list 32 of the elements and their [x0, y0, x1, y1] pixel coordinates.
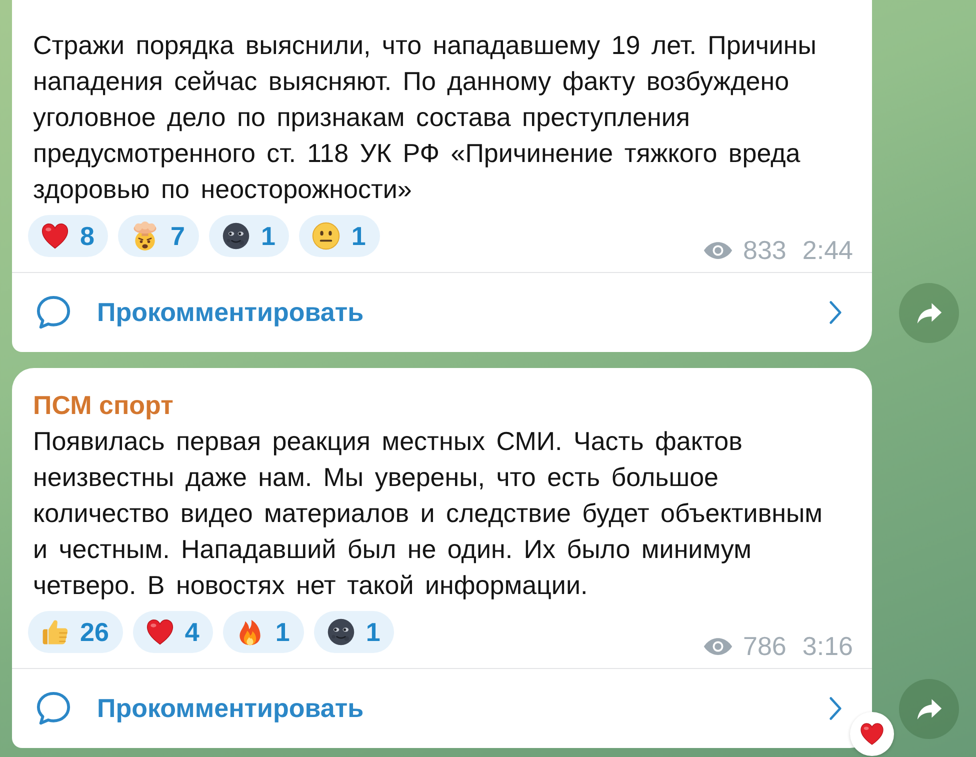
view-count: 833: [743, 237, 786, 263]
comments-button[interactable]: Прокомментировать: [35, 294, 364, 331]
curved-arrow-icon: [916, 302, 942, 324]
moon-face-icon: [326, 617, 356, 647]
reaction-chip[interactable]: 1: [208, 215, 290, 257]
comments-button[interactable]: Прокомментировать: [35, 690, 364, 727]
author-name: ПСМ спорт: [33, 389, 174, 422]
heart-icon: [859, 721, 885, 747]
eye-icon: [703, 240, 733, 260]
reaction-button[interactable]: [850, 712, 894, 756]
neutral-face-icon: [311, 221, 342, 251]
reaction-chip[interactable]: 7: [118, 215, 199, 257]
speech-bubble-icon: [35, 294, 72, 331]
heart-icon: [144, 617, 175, 647]
reaction-chip[interactable]: 1: [299, 215, 380, 257]
reaction-chip[interactable]: 8: [28, 215, 108, 257]
chevron-right-icon[interactable]: [829, 300, 842, 325]
reaction-chip[interactable]: 26: [28, 611, 123, 653]
reaction-chip[interactable]: 1: [223, 611, 304, 653]
message-text: Стражи порядка выяснили, что нападавшему 19 лет. Причины нападения сейчас выясняют. По данному факту возбуждено уголовное дело по признакам состава преступления предусмотренного ст. 118 УК РФ «Причинение тяжкого вреда здоровью по неосторожности»: [33, 29, 818, 206]
chevron-right-icon[interactable]: [829, 696, 842, 721]
moon-face-icon: [220, 221, 251, 251]
speech-bubble-icon: [35, 690, 72, 727]
view-count: 786: [743, 633, 786, 659]
message-time: 2:44: [802, 237, 853, 263]
reaction-chip[interactable]: 1: [314, 611, 394, 653]
message-time: 3:16: [802, 633, 853, 659]
heart-icon: [40, 221, 70, 251]
message-text: Появилась первая реакция местных СМИ. Часть фактов неизвестны даже нам. Мы уверены, что есть большое количество видео материалов и следствие будет объективным и честным. Нападавший был не один. Их было минимум четверо. В новостях нет такой информации.: [33, 425, 824, 602]
curved-arrow-icon: [916, 698, 942, 720]
reaction-chip[interactable]: 4: [132, 611, 214, 653]
eye-icon: [703, 636, 733, 656]
